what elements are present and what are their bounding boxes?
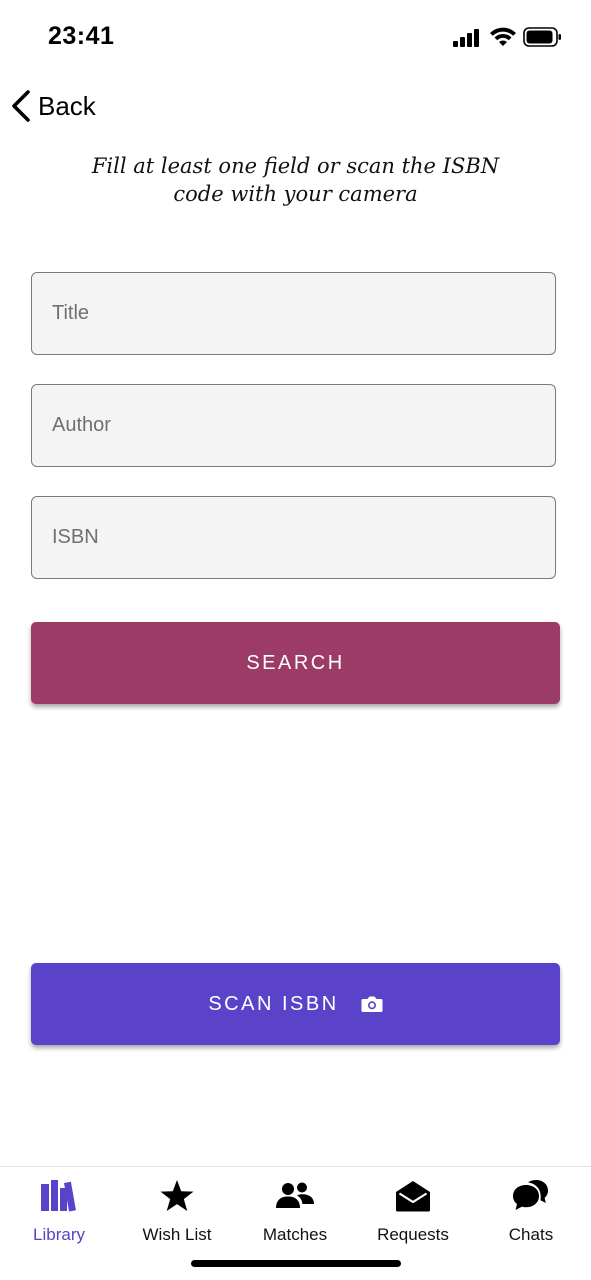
envelope-open-icon <box>395 1177 431 1215</box>
tab-chats[interactable]: Chats <box>472 1177 590 1247</box>
star-icon <box>159 1177 195 1215</box>
chat-bubbles-icon <box>512 1177 550 1215</box>
chevron-left-icon <box>12 90 30 122</box>
tab-wish-list[interactable]: Wish List <box>118 1177 236 1247</box>
back-label: Back <box>38 90 96 121</box>
search-book-screen: 23:41 Back Fill at least one field or sc… <box>0 0 591 1280</box>
battery-icon <box>523 27 561 47</box>
back-button[interactable]: Back <box>10 84 96 128</box>
wifi-icon <box>490 27 516 46</box>
search-button-label: SEARCH <box>246 651 345 674</box>
status-time: 23:41 <box>48 22 115 50</box>
scan-isbn-label: SCAN ISBN <box>208 992 339 1015</box>
tab-label-library: Library <box>33 1225 85 1244</box>
instructions-text: Fill at least one field or scan the ISBN… <box>91 154 500 206</box>
tab-requests[interactable]: Requests <box>354 1177 472 1247</box>
author-input[interactable] <box>31 384 556 467</box>
people-icon <box>275 1177 315 1215</box>
books-icon <box>40 1177 78 1215</box>
tab-label-matches: Matches <box>262 1225 328 1244</box>
status-icons <box>453 26 563 50</box>
tab-label-requests: Requests <box>377 1225 449 1244</box>
camera-icon <box>361 995 383 1013</box>
signal-icon <box>453 29 479 47</box>
tab-label-chats: Chats <box>508 1225 554 1244</box>
tab-library[interactable]: Library <box>0 1177 118 1247</box>
tab-matches[interactable]: Matches <box>236 1177 354 1247</box>
search-button[interactable]: SEARCH <box>31 622 560 704</box>
tab-label-wish-list: Wish List <box>142 1225 212 1244</box>
scan-isbn-button[interactable]: SCAN ISBN <box>31 963 560 1045</box>
title-input[interactable] <box>31 272 556 355</box>
home-indicator[interactable] <box>191 1260 401 1267</box>
isbn-input[interactable] <box>31 496 556 579</box>
status-bar: 23:41 <box>0 0 591 76</box>
